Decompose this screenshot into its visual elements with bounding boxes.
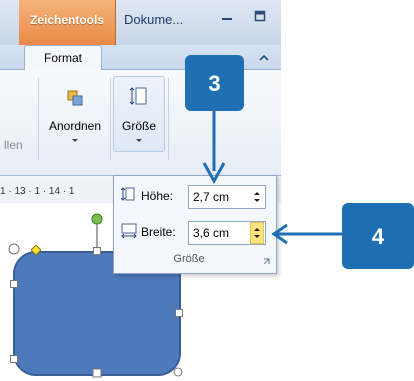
arrow-down-icon <box>202 111 226 185</box>
resize-handle[interactable] <box>10 355 18 363</box>
document-title: Dokume... <box>124 12 184 27</box>
width-spinner[interactable] <box>250 222 264 244</box>
height-label: Höhe: <box>141 189 174 203</box>
chevron-up-icon[interactable] <box>258 52 270 64</box>
size-icon <box>129 87 147 105</box>
callout-3-number: 3 <box>208 71 221 96</box>
resize-handle[interactable] <box>173 367 183 377</box>
arrange-icon <box>67 90 83 106</box>
chevron-down-icon <box>72 139 78 142</box>
resize-handle[interactable] <box>8 243 20 255</box>
group-separator <box>168 78 169 160</box>
width-value: 3,6 cm <box>193 226 230 240</box>
size-button[interactable]: Größe <box>113 76 165 152</box>
tab-format[interactable]: Format <box>24 45 102 71</box>
chevron-down-icon <box>136 139 142 142</box>
width-icon <box>121 223 137 239</box>
resize-handle[interactable] <box>175 309 183 317</box>
contextual-tab-label: Zeichentools <box>29 13 104 27</box>
partial-group-label: llen <box>4 138 23 152</box>
callout-3: 3 <box>185 55 244 111</box>
group-separator <box>38 78 39 160</box>
height-value: 2,7 cm <box>193 190 230 204</box>
rotation-handle[interactable] <box>91 213 103 225</box>
arrange-label: Anordnen <box>48 119 102 133</box>
contextual-tab-drawing-tools[interactable]: Zeichentools <box>19 0 116 45</box>
horizontal-ruler: 1 · 13 · 1 · 14 · 1 <box>0 181 120 204</box>
resize-handle[interactable] <box>10 280 18 288</box>
callout-4: 4 <box>342 203 414 269</box>
minimize-icon[interactable] <box>221 10 233 22</box>
width-field[interactable]: 3,6 cm <box>188 221 266 245</box>
size-dropdown-panel: Höhe: 2,7 cm Breite: 3,6 cm Größe <box>113 175 277 274</box>
page-background <box>281 0 414 381</box>
dialog-launcher-icon[interactable] <box>263 258 271 266</box>
resize-handle[interactable] <box>93 247 101 255</box>
resize-handle[interactable] <box>92 368 102 378</box>
size-label: Größe <box>121 119 156 133</box>
height-icon <box>120 187 135 201</box>
arrow-left-icon <box>271 223 342 245</box>
size-group-label: Größe <box>173 253 205 265</box>
height-spinner[interactable] <box>250 186 264 208</box>
callout-4-number: 4 <box>371 224 385 249</box>
width-label: Breite: <box>141 225 176 239</box>
tab-format-label: Format <box>43 51 82 65</box>
arrange-button[interactable]: Anordnen <box>44 76 106 150</box>
adjustment-handle[interactable] <box>31 245 41 255</box>
maximize-icon[interactable] <box>254 10 266 22</box>
group-separator <box>110 78 111 160</box>
